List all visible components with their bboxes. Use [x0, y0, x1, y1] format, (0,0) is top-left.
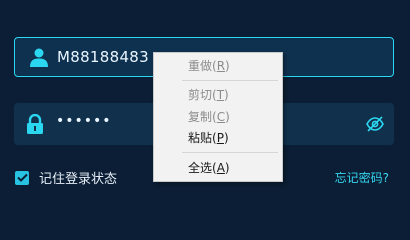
- remember-label: 记住登录状态: [39, 172, 118, 187]
- menu-label-copy: 复制: [188, 110, 213, 124]
- menu-key-select-all: A: [216, 161, 225, 175]
- menu-key-cut: T: [216, 88, 225, 102]
- menu-separator: [182, 152, 278, 153]
- menu-item-redo[interactable]: 重做(R): [188, 57, 230, 75]
- menu-label-cut: 剪切: [188, 88, 213, 102]
- username-value: M88188483: [57, 48, 149, 66]
- menu-separator: [182, 80, 278, 81]
- menu-key-redo: R: [216, 59, 226, 73]
- lock-icon: [27, 114, 43, 134]
- menu-key-paste: P: [216, 131, 224, 145]
- menu-label-select-all: 全选: [188, 161, 213, 175]
- menu-item-paste[interactable]: 粘贴(P): [188, 129, 229, 147]
- remember-checkbox[interactable]: [15, 170, 29, 185]
- user-icon: [30, 48, 48, 67]
- password-value: ••••••: [56, 113, 112, 129]
- eye-slash-icon[interactable]: [366, 116, 384, 132]
- menu-key-copy: C: [216, 110, 226, 124]
- checkmark-icon: [16, 173, 28, 182]
- remember-login[interactable]: 记住登录状态: [15, 168, 117, 187]
- menu-item-cut[interactable]: 剪切(T): [188, 86, 229, 104]
- forgot-password-link[interactable]: 忘记密码?: [335, 169, 389, 186]
- menu-item-copy[interactable]: 复制(C): [188, 108, 230, 126]
- context-menu: 重做(R) 剪切(T) 复制(C) 粘贴(P) 全选(A): [153, 52, 283, 182]
- menu-item-select-all[interactable]: 全选(A): [188, 159, 230, 177]
- menu-label-redo: 重做: [188, 59, 213, 73]
- menu-label-paste: 粘贴: [188, 131, 213, 145]
